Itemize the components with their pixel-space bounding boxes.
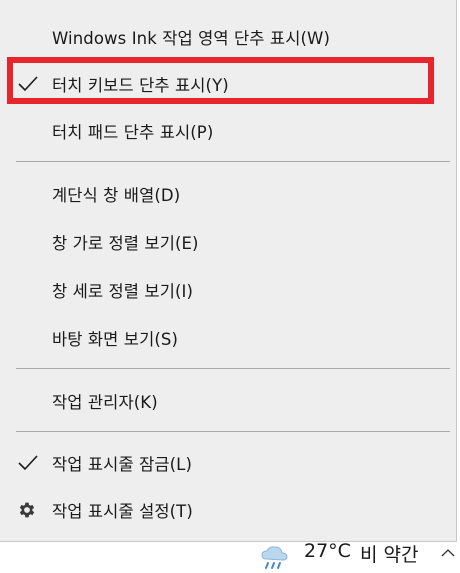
menu-item-label: 터치 패드 단추 표시(P) <box>52 123 214 142</box>
menu-item-label: 바탕 화면 보기(S) <box>52 330 179 349</box>
checkmark-icon <box>18 455 38 471</box>
menu-item-label: 작업 표시줄 설정(T) <box>52 502 193 521</box>
menu-item-label: 작업 표시줄 잠금(L) <box>52 455 193 474</box>
weather-temperature[interactable]: 27°C <box>304 540 351 562</box>
weather-description[interactable]: 비 약간 <box>360 540 418 567</box>
menu-separator <box>16 431 450 432</box>
menu-item-show-windows-stacked[interactable]: 창 가로 정렬 보기(E) <box>0 220 456 264</box>
taskbar-context-menu: Windows Ink 작업 영역 단추 표시(W) 터치 키보드 단추 표시(… <box>0 0 457 542</box>
menu-item-label: 터치 키보드 단추 표시(Y) <box>52 76 229 95</box>
menu-item-label: 작업 관리자(K) <box>52 393 158 412</box>
menu-item-label: Windows Ink 작업 영역 단추 표시(W) <box>52 29 330 48</box>
menu-item-touch-keyboard[interactable]: 터치 키보드 단추 표시(Y) <box>0 62 456 106</box>
menu-item-taskbar-settings[interactable]: 작업 표시줄 설정(T) <box>0 488 456 532</box>
gear-icon <box>19 502 35 518</box>
menu-item-label: 창 세로 정렬 보기(I) <box>52 282 194 301</box>
menu-item-show-desktop[interactable]: 바탕 화면 보기(S) <box>0 316 456 360</box>
menu-item-task-manager[interactable]: 작업 관리자(K) <box>0 379 456 423</box>
menu-item-cascade-windows[interactable]: 계단식 창 배열(D) <box>0 172 456 216</box>
menu-separator <box>16 368 450 369</box>
menu-item-windows-ink[interactable]: Windows Ink 작업 영역 단추 표시(W) <box>0 15 456 59</box>
chevron-up-icon[interactable] <box>440 546 456 560</box>
menu-item-show-windows-side-by-side[interactable]: 창 세로 정렬 보기(I) <box>0 268 456 312</box>
menu-separator <box>16 161 450 162</box>
menu-item-label: 계단식 창 배열(D) <box>52 186 181 205</box>
menu-item-label: 창 가로 정렬 보기(E) <box>52 234 199 253</box>
rain-cloud-icon[interactable] <box>258 545 292 571</box>
menu-item-touchpad[interactable]: 터치 패드 단추 표시(P) <box>0 109 456 153</box>
checkmark-icon <box>18 76 38 92</box>
menu-item-lock-taskbar[interactable]: 작업 표시줄 잠금(L) <box>0 441 456 485</box>
